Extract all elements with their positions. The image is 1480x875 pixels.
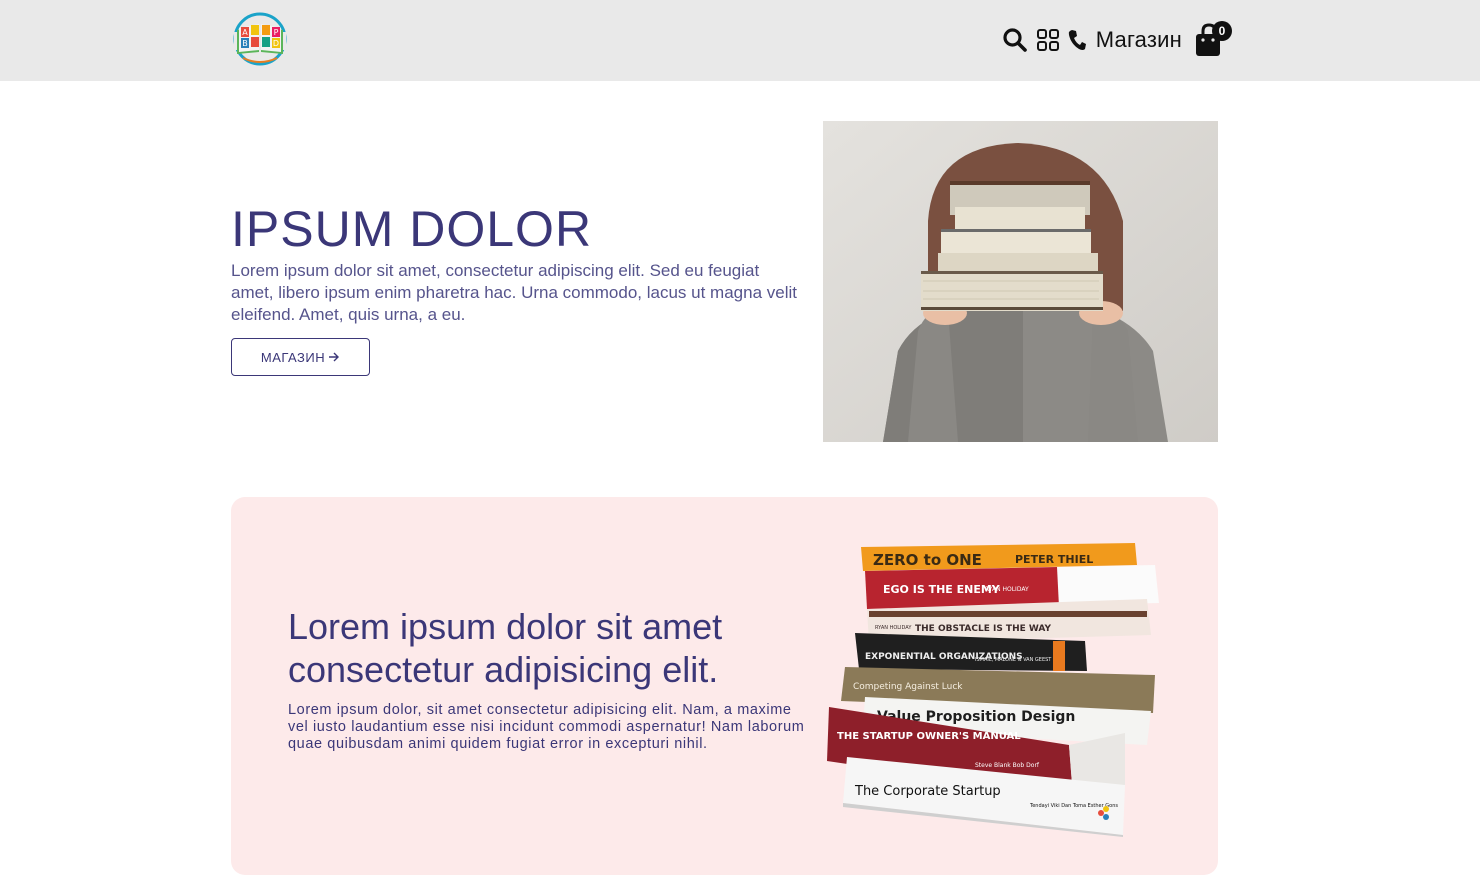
book-title-the-corporate-startup: The Corporate Startup xyxy=(854,784,1001,799)
banner-title: Lorem ipsum dolor sit amet consectetur a… xyxy=(288,606,723,690)
banner-book-stack-image: ZERO to ONE PETER THIEL EGO IS THE ENEMY… xyxy=(825,537,1171,837)
phone-icon[interactable] xyxy=(1068,29,1086,51)
hero-photo-person-holding-books xyxy=(823,121,1218,442)
book-author-exponential-organizations: ISMAIL, MALONE & VAN GEEST xyxy=(975,657,1052,663)
grid-icon[interactable] xyxy=(1036,28,1060,52)
book-title-ego-is-the-enemy: EGO IS THE ENEMY xyxy=(883,583,1001,596)
book-author-peter-thiel: PETER THIEL xyxy=(1015,553,1093,566)
logo-letter-d: D xyxy=(273,39,279,48)
site-logo[interactable]: A P B D xyxy=(231,10,289,68)
search-icon[interactable] xyxy=(1002,27,1028,53)
book-title-startup-owners-manual: THE STARTUP OWNER'S MANUAL xyxy=(837,731,1021,742)
header-nav: Магазин 0 xyxy=(1002,18,1232,62)
banner-text: Lorem ipsum dolor, sit amet consectetur … xyxy=(288,702,805,752)
book-exponential-organizations: EXPONENTIAL ORGANIZATIONS ISMAIL, MALONE… xyxy=(855,633,1087,671)
hero-shop-button-label: МАГАЗИН xyxy=(260,349,326,365)
cart-count-badge: 0 xyxy=(1212,21,1232,41)
promo-banner: Lorem ipsum dolor sit amet consectetur a… xyxy=(231,497,1218,875)
site-header: A P B D Магазин 0 xyxy=(0,0,1480,81)
logo-letter-b: B xyxy=(242,39,248,48)
hero-text: Lorem ipsum dolor sit amet, consectetur … xyxy=(231,261,797,324)
book-author-ego-ryan-holiday: RYAN HOLIDAY xyxy=(985,586,1029,593)
cart-button[interactable]: 0 xyxy=(1194,21,1232,57)
logo-letter-p: P xyxy=(274,28,279,37)
book-title-competing-against-luck: Competing Against Luck xyxy=(853,682,963,692)
hero-shop-button[interactable]: МАГАЗИН xyxy=(231,338,370,376)
book-title-zero-to-one: ZERO to ONE xyxy=(873,551,982,569)
book-author-startup-owners-manual: Steve Blank Bob Dorf xyxy=(975,762,1040,769)
logo-letter-a: A xyxy=(242,28,248,37)
shop-link[interactable]: Магазин xyxy=(1096,27,1182,53)
book-title-obstacle-is-the-way: THE OBSTACLE IS THE WAY xyxy=(915,624,1052,634)
hero-title: IPSUM DOLOR xyxy=(231,201,593,257)
book-author-obstacle-ryan-holiday: RYAN HOLIDAY xyxy=(875,625,912,631)
arrow-right-icon xyxy=(328,350,340,365)
